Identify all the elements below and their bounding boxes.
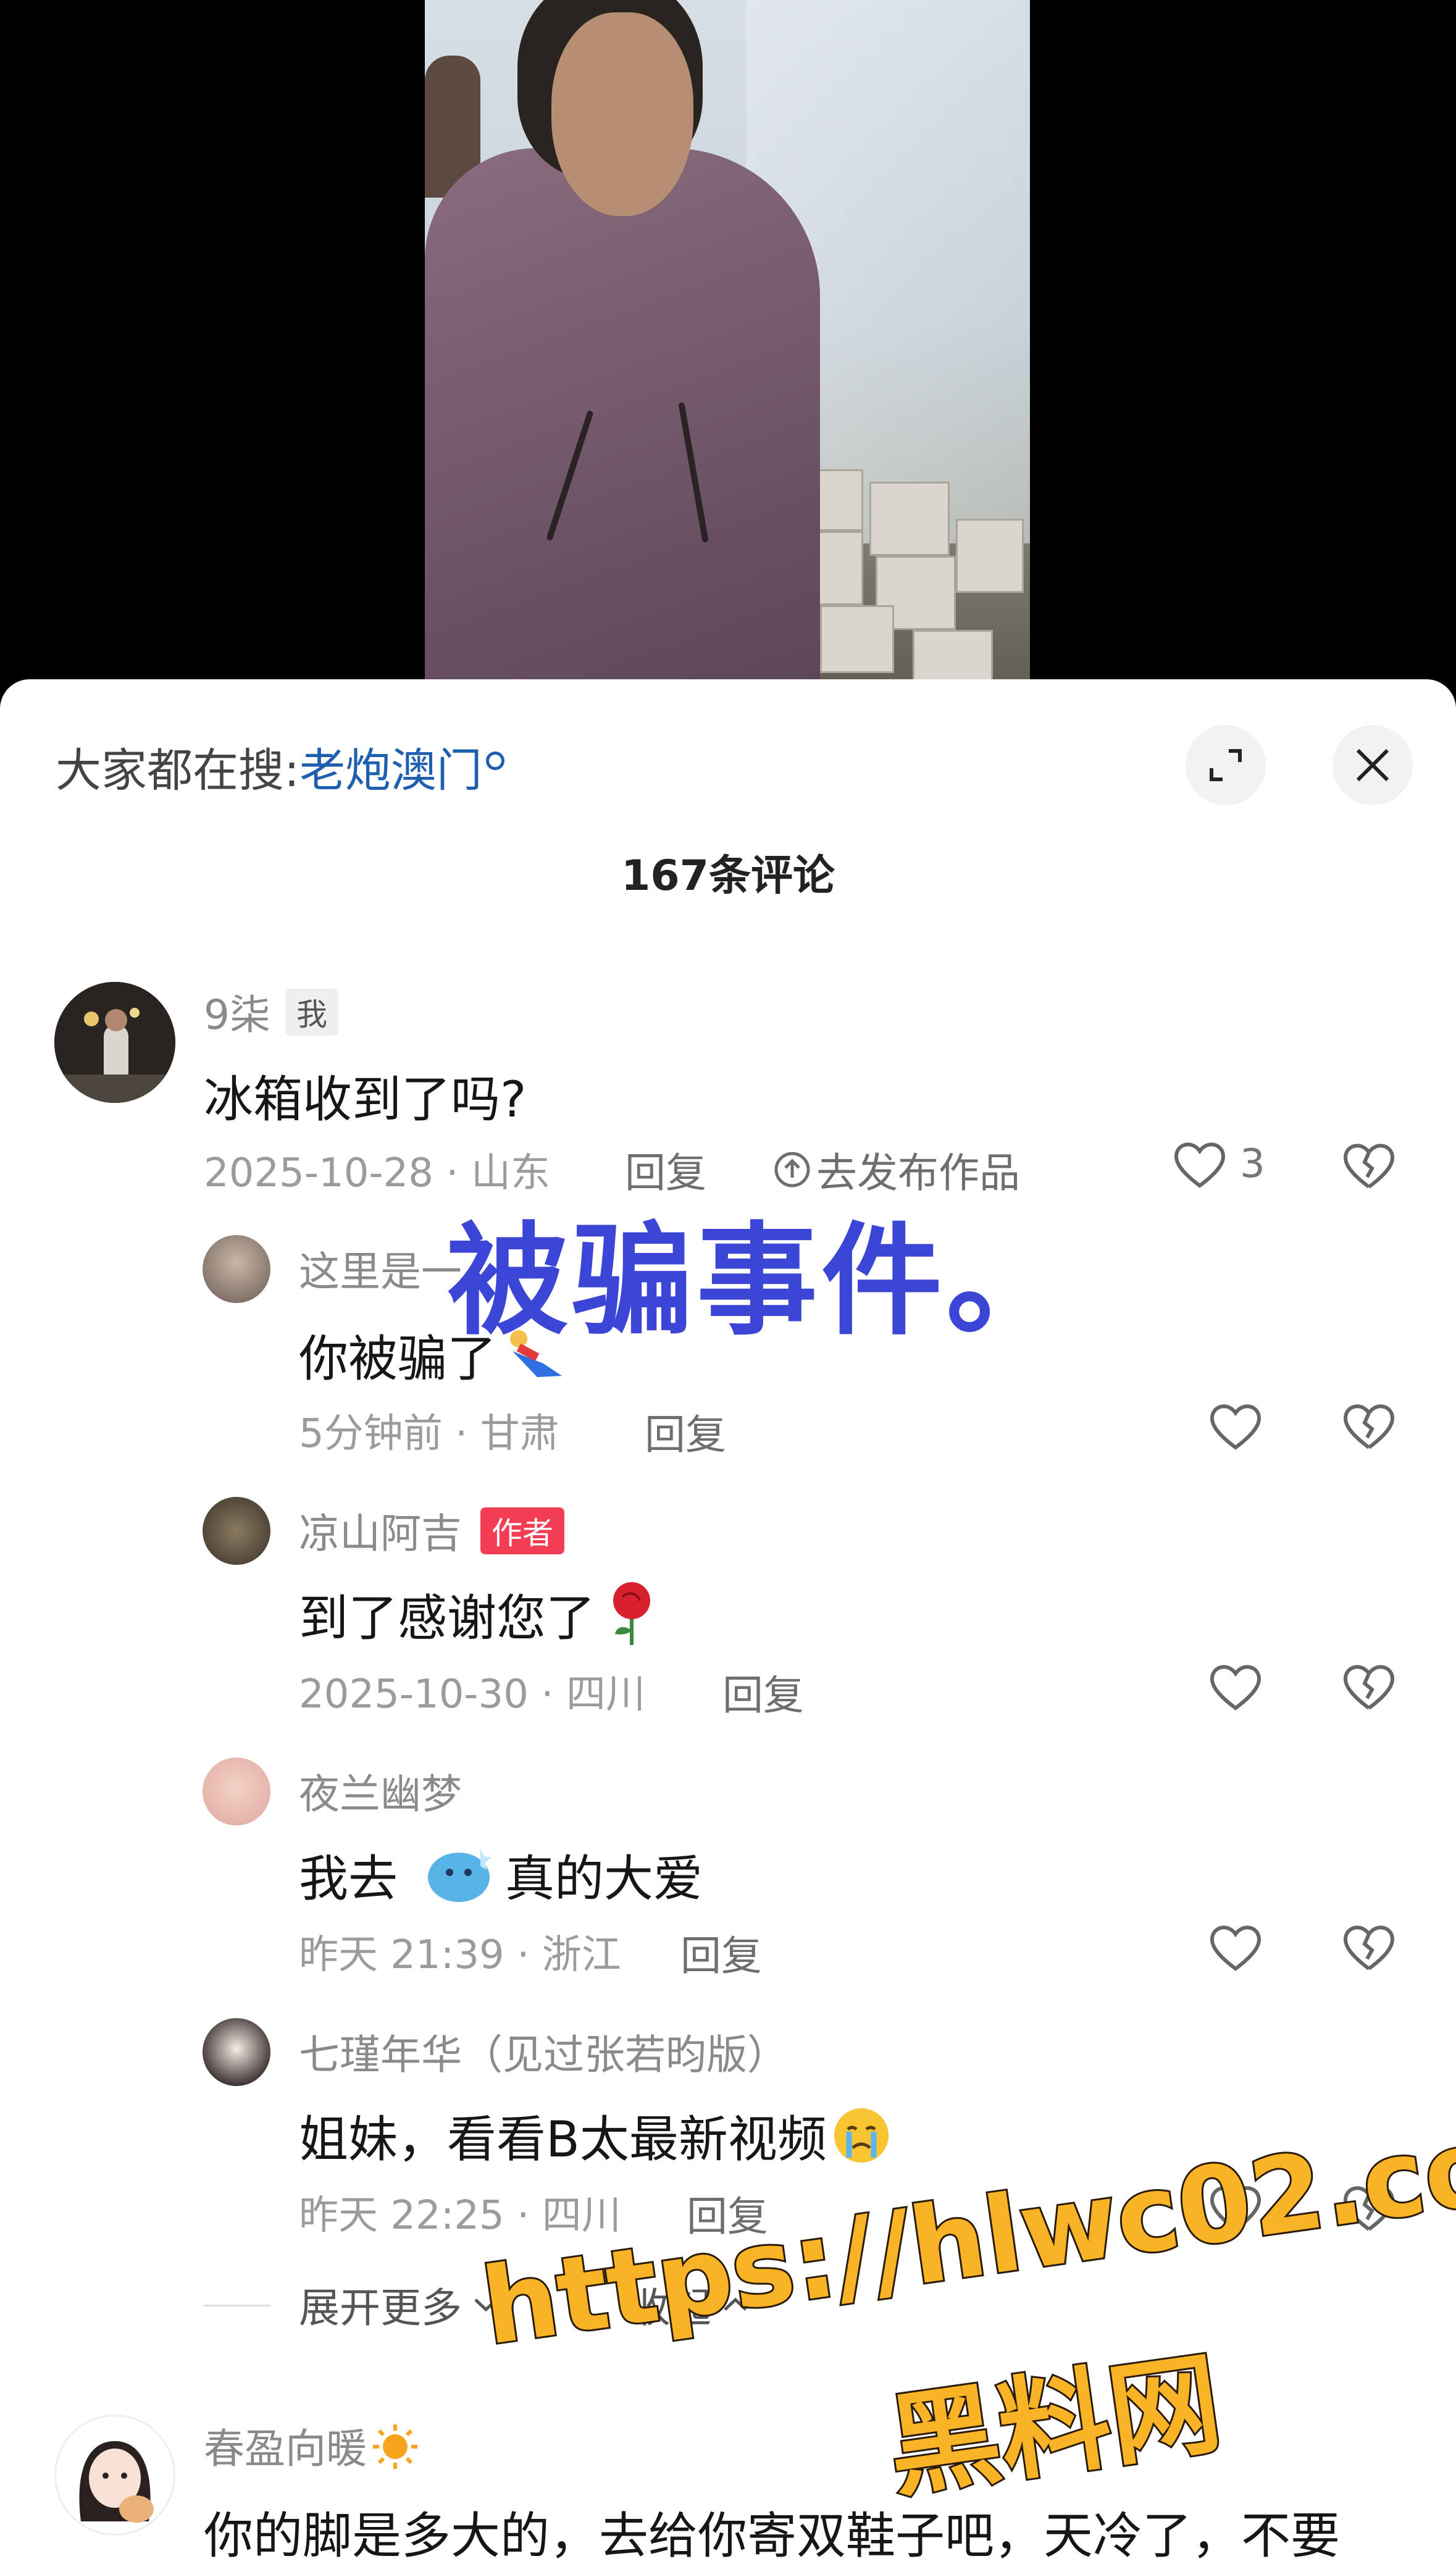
comment-meta: 昨天 22:25 · 四川 [299, 2193, 621, 2239]
stone-block [869, 482, 950, 556]
sun-emoji [373, 2424, 417, 2469]
comment-text: 冰箱收到了吗? [204, 1071, 527, 1128]
heart-icon[interactable] [1208, 1401, 1263, 1451]
like-count: 3 [1240, 1141, 1265, 1187]
heart-icon [1174, 1142, 1225, 1188]
comment-username[interactable]: 9柒我 [204, 982, 338, 1041]
broken-heart-icon[interactable] [1341, 1922, 1397, 1972]
like-button[interactable]: 3 [1172, 1139, 1265, 1189]
reply-button[interactable]: 回复 [722, 1662, 804, 1722]
comment-meta: 2025-10-30 · 四川 [299, 1672, 645, 1717]
hot-search-prefix: 大家都在搜: [56, 744, 299, 797]
overlay-title: 被骗事件。 [447, 1211, 1071, 1352]
broken-heart-icon[interactable] [1341, 1140, 1397, 1191]
broken-heart-icon[interactable] [1341, 1401, 1397, 1451]
heart-icon[interactable] [1208, 1922, 1263, 1972]
avatar[interactable] [203, 2018, 270, 2086]
person-face [551, 12, 693, 216]
comment-meta: 昨天 21:39 · 浙江 [299, 1932, 621, 1978]
comment-text: 到了感谢您了 [299, 1578, 659, 1650]
stone-block [820, 605, 894, 673]
avatar[interactable] [54, 982, 175, 1103]
comment-meta: 5分钟前 · 甘肃 [299, 1411, 559, 1457]
comment-username[interactable]: 夜兰幽梦 [299, 1761, 462, 1820]
author-badge: 作者 [480, 1507, 564, 1554]
avatar[interactable] [203, 1497, 270, 1565]
reply-button[interactable]: 回复 [645, 1402, 726, 1461]
comment-text: 姐妹，看看B太最新视频 [299, 2100, 892, 2171]
thread-divider [204, 2305, 270, 2306]
comment-text: 我去 真的大爱 [299, 1839, 703, 1911]
search-icon [485, 752, 504, 770]
close-button[interactable] [1333, 725, 1413, 805]
comment-username[interactable]: 这里是一 [299, 1239, 462, 1298]
rose-emoji [613, 1582, 650, 1645]
self-badge: 我 [285, 989, 338, 1036]
avatar[interactable] [54, 2415, 175, 2536]
comment-text: 你的脚是多大的，去给你寄双鞋子吧，天冷了，不要 [204, 2507, 1340, 2564]
comment-username[interactable]: 七瑾年华（见过张若昀版） [299, 2022, 788, 2081]
crying-emoji [834, 2108, 889, 2163]
video-player[interactable] [0, 0, 1456, 710]
video-frame [425, 0, 1030, 710]
comment-count: 167条评论 [621, 852, 835, 900]
expand-more-replies[interactable]: 展开更多 [299, 2275, 501, 2334]
comment-username[interactable]: 春盈向暖 [204, 2416, 420, 2475]
close-icon [1356, 748, 1389, 782]
reply-button[interactable]: 回复 [680, 1923, 762, 1982]
expand-button[interactable] [1186, 725, 1266, 805]
broken-heart-icon[interactable] [1341, 1661, 1397, 1712]
avatar[interactable] [203, 1235, 270, 1303]
avatar[interactable] [203, 1758, 270, 1825]
stone-block [956, 519, 1024, 593]
person-jacket [425, 148, 820, 710]
cold-face-emoji [428, 1849, 492, 1902]
expand-icon [1210, 749, 1242, 781]
heart-icon[interactable] [1208, 1661, 1263, 1712]
comment-username[interactable]: 凉山阿吉 作者 [299, 1501, 564, 1560]
hot-search-keyword[interactable]: 老炮澳门 [299, 744, 482, 797]
hot-search-bar[interactable]: 大家都在搜:老炮澳门 [56, 734, 504, 800]
